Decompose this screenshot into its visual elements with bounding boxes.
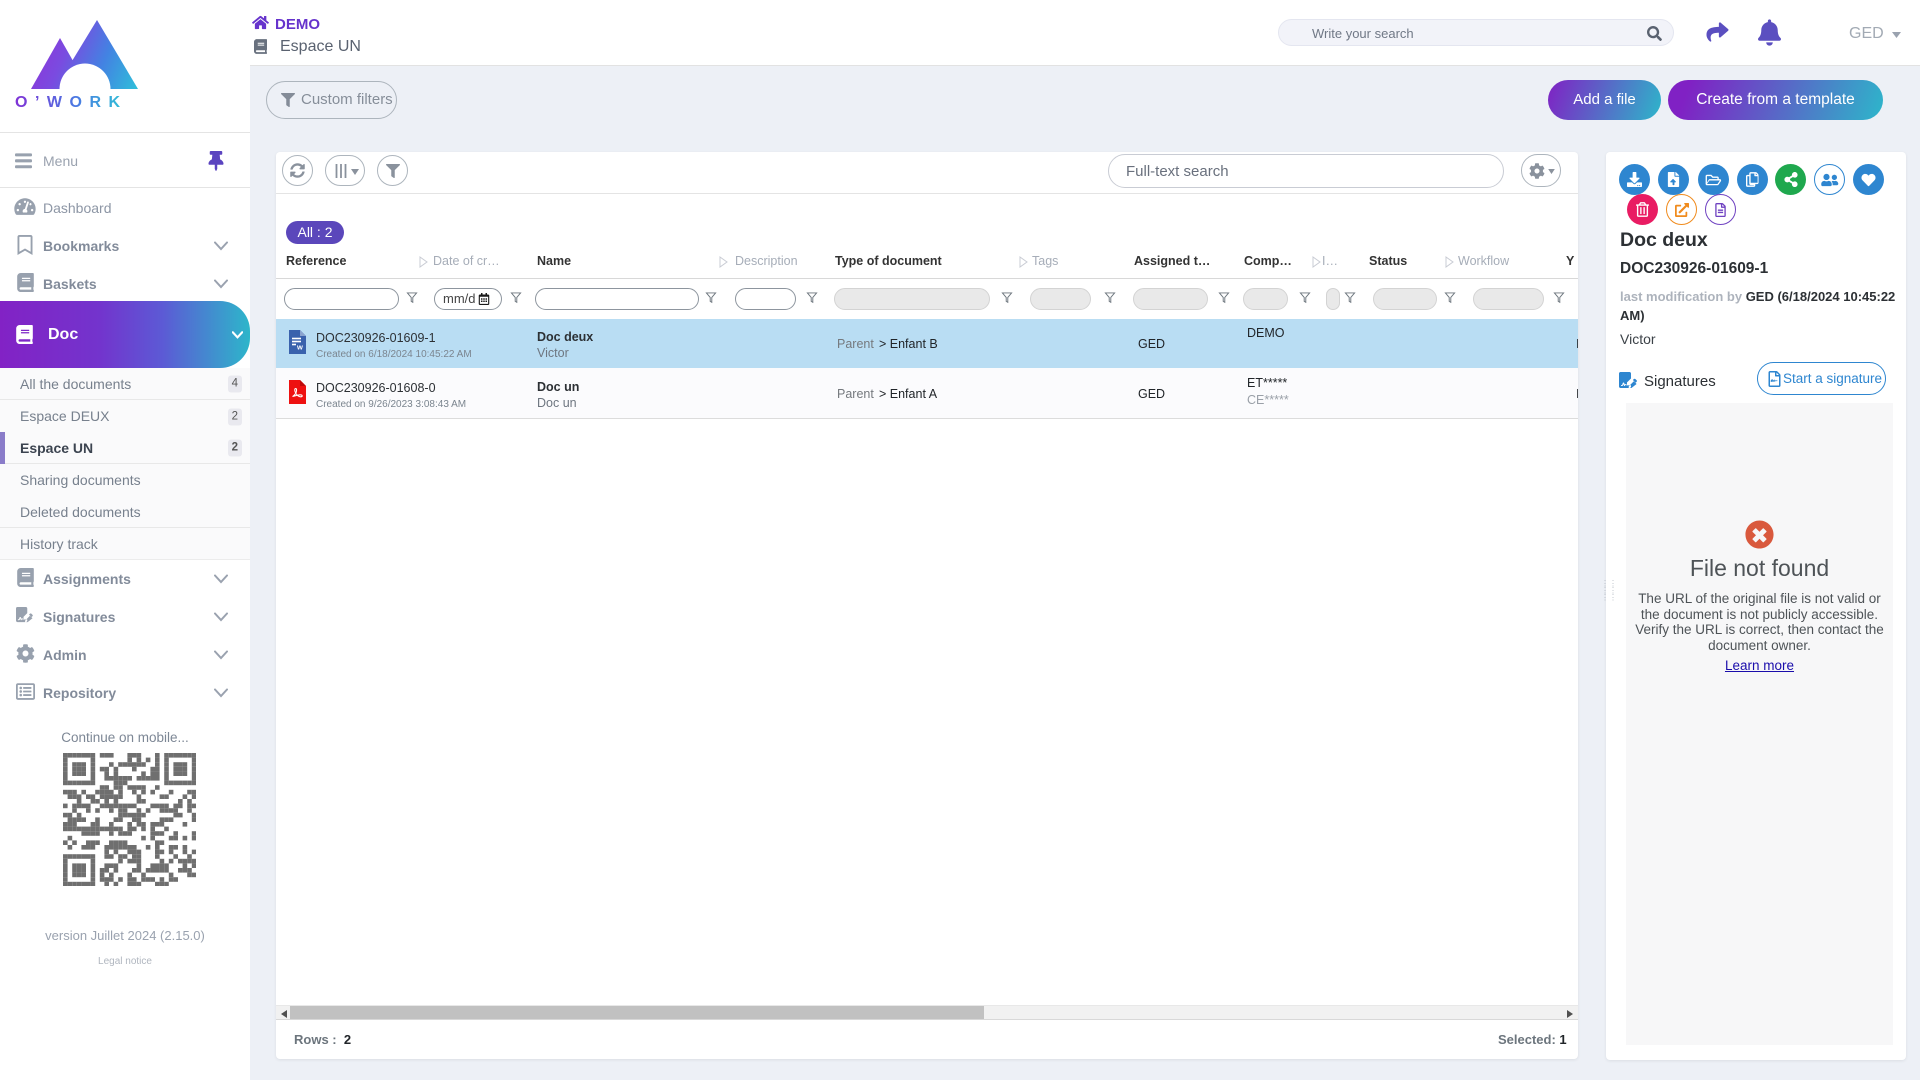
svg-text:O’WORK: O’WORK	[15, 94, 128, 111]
svg-text:w: w	[296, 343, 303, 352]
